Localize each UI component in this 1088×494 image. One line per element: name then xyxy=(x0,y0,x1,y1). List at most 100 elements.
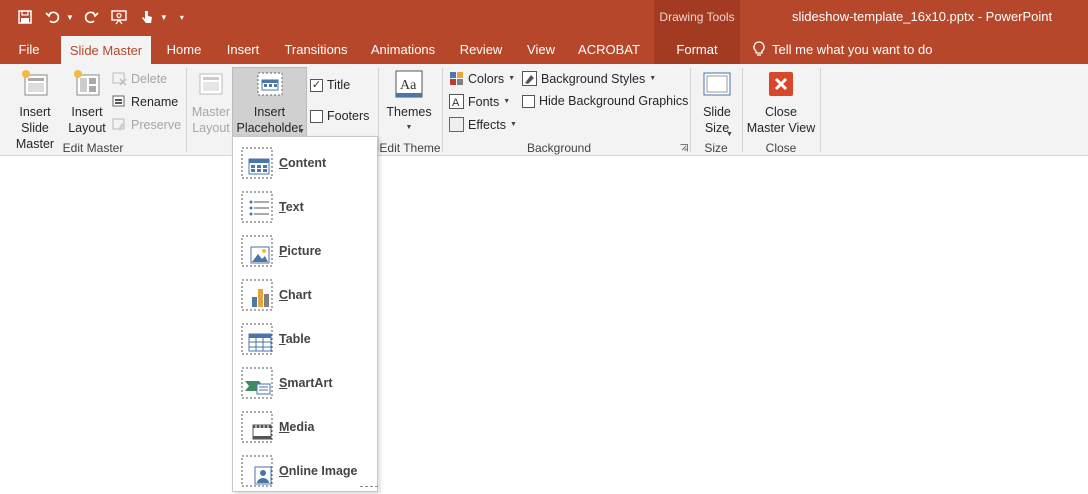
group-divider xyxy=(442,68,443,152)
hide-background-graphics-label: Hide Background Graphics xyxy=(539,94,689,108)
background-styles-icon xyxy=(522,71,537,86)
rename-button[interactable]: Rename xyxy=(112,94,178,109)
hide-background-graphics-box[interactable] xyxy=(522,94,535,108)
background-styles-button[interactable]: Background Styles ▼ xyxy=(522,71,656,86)
footers-checkbox-label: Footers xyxy=(327,109,370,123)
title-checkbox-label: Title xyxy=(327,78,351,92)
chart-placeholder-icon xyxy=(241,279,273,311)
effects-dropdown-icon: ▼ xyxy=(509,121,517,128)
undo-dropdown-icon[interactable]: ▼ xyxy=(66,13,74,22)
svg-text:A: A xyxy=(452,97,460,109)
insert-layout-button[interactable]: Insert Layout xyxy=(66,68,108,136)
menu-item-chart[interactable]: Chart xyxy=(233,273,377,317)
footers-checkbox[interactable]: Footers xyxy=(310,109,369,123)
delete-button[interactable]: Delete xyxy=(112,71,167,86)
online-image-placeholder-icon xyxy=(241,455,273,487)
effects-icon xyxy=(449,117,464,132)
customize-qat-icon[interactable]: ▾ xyxy=(180,13,184,22)
title-bar: ▼ ▼ ▾ Drawing Tools slideshow-template_1… xyxy=(0,0,1088,34)
menu-item-media-label: Media xyxy=(279,420,315,434)
menu-item-table[interactable]: Table xyxy=(233,317,377,361)
menu-item-content[interactable]: Content xyxy=(233,141,377,185)
background-styles-label: Background Styles xyxy=(541,71,646,86)
hide-background-graphics-checkbox[interactable]: Hide Background Graphics xyxy=(522,94,688,108)
menu-item-content-label: Content xyxy=(279,156,327,170)
close-master-view-button[interactable]: Close Master View xyxy=(746,68,816,136)
themes-button[interactable]: Aa Themes ▼ xyxy=(386,68,432,136)
save-icon[interactable] xyxy=(14,6,36,28)
present-from-start-icon[interactable] xyxy=(108,6,130,28)
lightbulb-icon xyxy=(753,41,765,56)
fonts-label: Fonts xyxy=(468,94,500,109)
preserve-label: Preserve xyxy=(131,117,182,132)
edit-master-group-label: Edit Master xyxy=(62,141,124,155)
menu-item-picture[interactable]: Picture xyxy=(233,229,377,273)
undo-icon[interactable] xyxy=(42,6,64,28)
menu-item-smartart[interactable]: SmartArt xyxy=(233,361,377,405)
slide-size-icon xyxy=(703,72,731,96)
master-layout-button[interactable]: Master Layout xyxy=(190,68,232,136)
title-checkbox[interactable]: ✓ Title xyxy=(310,78,350,92)
colors-label: Colors xyxy=(468,71,505,86)
slide-size-button[interactable]: Slide Size ▼ xyxy=(696,68,738,138)
fonts-button[interactable]: A Fonts ▼ xyxy=(449,94,510,109)
footers-checkbox-box[interactable] xyxy=(310,109,323,123)
tell-me-box[interactable]: Tell me what you want to do xyxy=(752,34,932,64)
quick-access-toolbar: ▼ ▼ ▾ xyxy=(14,6,184,28)
touch-mode-dropdown-icon[interactable]: ▼ xyxy=(160,13,168,22)
insert-slide-master-button[interactable]: Insert Slide Master xyxy=(4,68,66,152)
tab-slide-master[interactable]: Slide Master xyxy=(61,36,151,64)
fonts-icon: A xyxy=(449,94,464,109)
close-master-view-icon xyxy=(769,72,793,96)
edit-theme-group-label: Edit Theme xyxy=(379,141,441,155)
colors-button[interactable]: Colors ▼ xyxy=(449,71,515,86)
menu-item-chart-label: Chart xyxy=(279,288,312,302)
title-checkbox-box[interactable]: ✓ xyxy=(310,78,323,92)
tab-home[interactable]: Home xyxy=(160,34,208,64)
insert-placeholder-menu: Content Text Picture Chart Table SmartAr… xyxy=(232,136,378,492)
colors-dropdown-icon: ▼ xyxy=(508,75,516,82)
preserve-button[interactable]: Preserve xyxy=(112,117,181,132)
tab-view[interactable]: View xyxy=(520,34,562,64)
close-master-view-label: Close Master View xyxy=(746,105,816,135)
tab-animations[interactable]: Animations xyxy=(366,34,440,64)
tab-insert[interactable]: Insert xyxy=(222,34,264,64)
insert-placeholder-label: Insert Placeholder xyxy=(236,105,303,135)
menu-item-online-image-label: Online Image xyxy=(279,464,358,478)
redo-icon[interactable] xyxy=(80,6,102,28)
group-divider xyxy=(820,68,821,152)
menu-item-smartart-label: SmartArt xyxy=(279,376,333,390)
menu-item-picture-label: Picture xyxy=(279,244,322,258)
picture-placeholder-icon xyxy=(241,235,273,267)
table-placeholder-icon xyxy=(241,323,273,355)
background-dialog-launcher-icon[interactable] xyxy=(680,144,688,152)
delete-icon xyxy=(112,72,127,86)
master-layout-icon xyxy=(199,73,223,95)
touch-mode-icon[interactable] xyxy=(136,6,158,28)
group-divider xyxy=(742,68,743,152)
insert-layout-label: Insert Layout xyxy=(68,105,106,135)
svg-text:Aa: Aa xyxy=(400,78,417,93)
insert-placeholder-button[interactable]: Insert Placeholder ▼ xyxy=(232,67,307,137)
group-divider xyxy=(186,68,187,152)
menu-item-table-label: Table xyxy=(279,332,311,346)
colors-icon xyxy=(450,72,463,85)
tab-review[interactable]: Review xyxy=(456,34,506,64)
themes-dropdown-icon: ▼ xyxy=(405,124,413,131)
effects-button[interactable]: Effects ▼ xyxy=(449,117,517,132)
menu-item-text-label: Text xyxy=(279,200,304,214)
close-group-label: Close xyxy=(765,141,797,155)
ribbon: Insert Slide Master Insert Layout Delete… xyxy=(0,64,1088,156)
menu-item-online-image[interactable]: Online Image xyxy=(233,449,377,493)
menu-item-media[interactable]: Media xyxy=(233,405,377,449)
tab-transitions[interactable]: Transitions xyxy=(280,34,352,64)
tab-format[interactable]: Format xyxy=(654,34,740,64)
tab-file[interactable]: File xyxy=(10,34,48,64)
menu-item-text[interactable]: Text xyxy=(233,185,377,229)
tab-acrobat[interactable]: ACROBAT xyxy=(576,34,642,64)
text-placeholder-icon xyxy=(241,191,273,223)
group-divider xyxy=(378,68,379,152)
smartart-placeholder-icon xyxy=(241,367,273,399)
background-styles-dropdown-icon: ▼ xyxy=(649,75,657,82)
size-group-label: Size xyxy=(704,141,728,155)
